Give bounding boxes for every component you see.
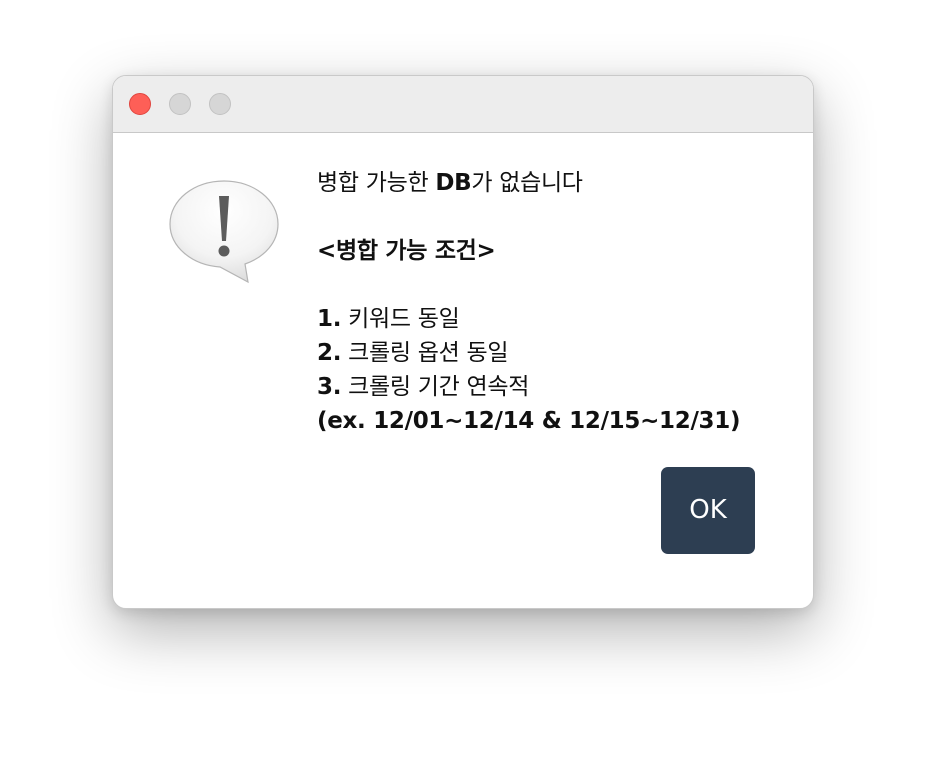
close-window-button[interactable] (129, 93, 151, 115)
zoom-window-button[interactable] (209, 93, 231, 115)
exclamation-speech-bubble-icon (169, 180, 279, 284)
condition-item: 2. 크롤링 옵션 동일 (317, 340, 509, 366)
ok-button[interactable]: OK (661, 467, 755, 554)
alert-dialog: 병합 가능한 DB가 없습니다 <병합 가능 조건> 1. 키워드 동일 2. … (112, 75, 814, 609)
minimize-window-button[interactable] (169, 93, 191, 115)
alert-message: 병합 가능한 DB가 없습니다 <병합 가능 조건> 1. 키워드 동일 2. … (317, 166, 787, 438)
condition-item: 1. 키워드 동일 (317, 306, 460, 332)
alert-title: 병합 가능한 DB가 없습니다 (317, 170, 583, 196)
condition-item: 3. 크롤링 기간 연속적 (317, 374, 530, 400)
condition-example: (ex. 12/01~12/14 & 12/15~12/31) (317, 408, 741, 434)
conditions-heading: <병합 가능 조건> (317, 238, 496, 264)
title-bar (113, 76, 813, 133)
